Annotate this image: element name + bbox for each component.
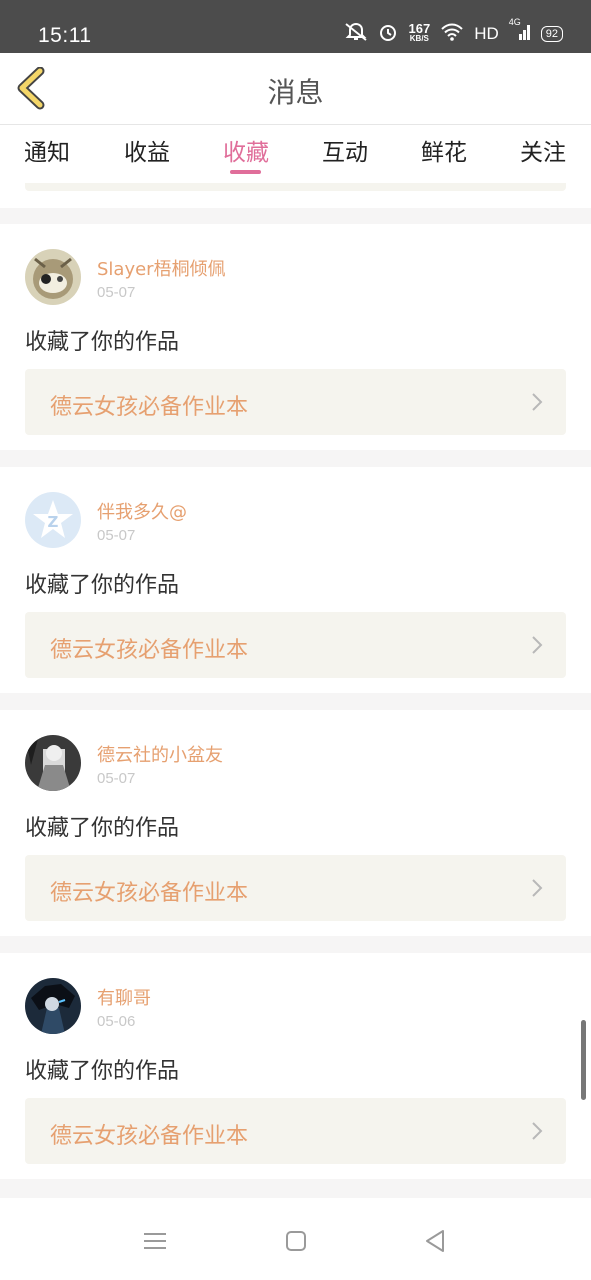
network-type: 4G <box>508 17 521 27</box>
work-link[interactable]: 德云女孩必备作业本 <box>25 369 566 435</box>
avatar[interactable] <box>25 735 81 791</box>
list-item: 德云社的小盆友 05-07 收藏了你的作品 德云女孩必备作业本 <box>0 710 591 936</box>
work-link[interactable]: 德云女孩必备作业本 <box>25 855 566 921</box>
work-title: 德云女孩必备作业本 <box>50 395 249 420</box>
message-date: 05-07 <box>97 527 136 544</box>
tab-favorites[interactable]: 收藏 <box>223 133 269 167</box>
avatar[interactable] <box>25 978 81 1034</box>
action-text: 收藏了你的作品 <box>25 330 180 355</box>
signal-icon: 4G <box>509 17 531 46</box>
message-date: 05-07 <box>97 770 136 787</box>
chevron-right-icon <box>532 1122 543 1140</box>
back-triangle-icon <box>426 1230 444 1252</box>
tab-follows[interactable]: 关注 <box>520 133 566 167</box>
action-text: 收藏了你的作品 <box>25 573 180 598</box>
menu-button[interactable] <box>140 1226 170 1256</box>
scrollbar[interactable] <box>581 1020 586 1100</box>
page-title: 消息 <box>267 76 324 109</box>
home-button[interactable] <box>281 1226 311 1256</box>
status-icons: 167 KB/S HD 4G 92 <box>344 17 563 46</box>
work-link[interactable]: 德云女孩必备作业本 <box>25 612 566 678</box>
username[interactable]: 伴我多久@ <box>97 498 187 524</box>
list-item: Z 伴我多久@ 05-07 收藏了你的作品 德云女孩必备作业本 <box>0 467 591 693</box>
battery-indicator: 92 <box>540 26 563 42</box>
work-title: 德云女孩必备作业本 <box>50 638 249 663</box>
avatar[interactable]: Z <box>25 492 81 548</box>
username[interactable]: Slayer梧桐倾佩 <box>97 255 226 281</box>
system-nav-bar <box>0 1198 591 1280</box>
chevron-right-icon <box>532 393 543 411</box>
network-speed: 167 KB/S <box>408 21 431 44</box>
tab-flowers[interactable]: 鲜花 <box>421 133 467 167</box>
work-link[interactable]: 德云女孩必备作业本 <box>25 1098 566 1164</box>
home-square-icon <box>286 1231 306 1251</box>
avatar[interactable] <box>25 249 81 305</box>
message-list[interactable]: Slayer梧桐倾佩 05-07 收藏了你的作品 德云女孩必备作业本 Z 伴我多… <box>0 183 591 1198</box>
tab-notifications[interactable]: 通知 <box>24 133 70 167</box>
message-date: 05-07 <box>97 284 136 301</box>
status-time: 15:11 <box>38 24 92 47</box>
back-nav-button[interactable] <box>421 1226 451 1256</box>
status-bar: 15:11 167 KB/S HD 4G 92 <box>0 0 591 53</box>
work-link-partial[interactable] <box>25 183 566 191</box>
username[interactable]: 德云社的小盆友 <box>97 741 223 767</box>
svg-text:Z: Z <box>48 513 59 531</box>
speed-unit: KB/S <box>409 34 429 43</box>
header: 消息 <box>0 53 591 125</box>
hd-indicator: HD <box>474 24 499 43</box>
message-date: 05-06 <box>97 1013 136 1030</box>
list-item: Slayer梧桐倾佩 05-07 收藏了你的作品 德云女孩必备作业本 <box>0 224 591 450</box>
chevron-right-icon <box>532 636 543 654</box>
menu-icon <box>144 1233 166 1249</box>
username[interactable]: 有聊哥 <box>97 984 151 1010</box>
action-text: 收藏了你的作品 <box>25 816 180 841</box>
active-tab-indicator <box>230 170 261 174</box>
speed-value: 167 <box>408 21 431 36</box>
tab-interactions[interactable]: 互动 <box>322 133 368 167</box>
tab-earnings[interactable]: 收益 <box>124 133 170 167</box>
alarm-icon <box>378 22 398 46</box>
work-title: 德云女孩必备作业本 <box>50 1124 249 1149</box>
wifi-icon <box>440 23 464 45</box>
tab-bar: 通知 收益 收藏 互动 鲜花 关注 <box>0 125 591 183</box>
chevron-right-icon <box>532 879 543 897</box>
work-title: 德云女孩必备作业本 <box>50 881 249 906</box>
list-item <box>0 183 591 208</box>
mute-icon <box>344 22 368 46</box>
action-text: 收藏了你的作品 <box>25 1059 180 1084</box>
list-item: 有聊哥 05-06 收藏了你的作品 德云女孩必备作业本 <box>0 953 591 1179</box>
